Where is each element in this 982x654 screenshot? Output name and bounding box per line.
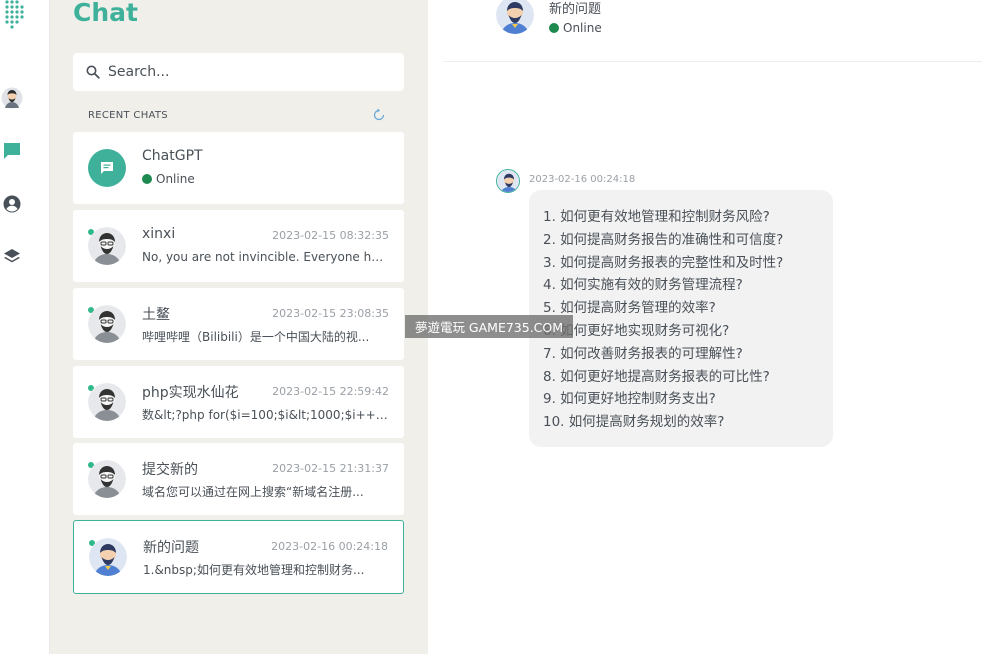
avatar xyxy=(88,305,126,343)
chat-name: php实现水仙花 xyxy=(142,385,239,401)
page-title: Chat xyxy=(73,0,138,27)
message-line: 10. 如何提高财务规划的效率? xyxy=(543,414,725,431)
avatar xyxy=(88,383,126,421)
chat-item[interactable]: xinxi 2023-02-15 08:32:35 No, you are no… xyxy=(73,210,404,282)
user-avatar-icon xyxy=(88,305,126,343)
message-line: 1. 如何更有效地管理和控制财务风险? xyxy=(543,209,770,225)
message-avatar xyxy=(496,169,520,193)
chat-preview: 域名您可以通过在网上搜索“新域名注册... xyxy=(142,485,364,499)
avatar xyxy=(88,460,126,498)
chat-item[interactable]: 提交新的 2023-02-15 21:31:37 域名您可以通过在网上搜索“新域… xyxy=(73,443,404,515)
chat-item[interactable]: php实现水仙花 2023-02-15 22:59:42 数&lt;?php f… xyxy=(73,366,404,438)
message-line: 9. 如何更好地控制财务支出? xyxy=(543,391,716,408)
conversation-header: 新的问题 Online xyxy=(443,0,982,62)
message-bubble: 1. 如何更有效地管理和控制财务风险? 2. 如何提高财务报告的准确性和可信度?… xyxy=(529,190,833,447)
message-line: 8. 如何更好地提高财务报表的可比性? xyxy=(543,368,770,385)
chat-name: xinxi xyxy=(142,226,176,242)
chat-item[interactable]: 土鳌 2023-02-15 23:08:35 哔哩哔哩（Bilibili）是一个… xyxy=(73,288,404,360)
chat-timestamp: 2023-02-15 23:08:35 xyxy=(272,307,389,320)
conversation-name: 新的问题 xyxy=(549,2,602,17)
user-avatar-icon xyxy=(497,170,519,192)
avatar xyxy=(89,538,127,576)
chat-name: 新的问题 xyxy=(143,540,199,556)
layers-icon xyxy=(4,249,20,263)
status-indicator: Online xyxy=(142,172,195,186)
avatar[interactable] xyxy=(496,0,534,34)
message-line: 4. 如何实施有效的财务管理流程? xyxy=(543,277,743,294)
user-avatar-icon xyxy=(88,227,126,265)
message-line: 5. 如何提高财务管理的效率? xyxy=(543,300,716,317)
chat-preview: 1.&nbsp;如何更有效地管理和控制财务... xyxy=(143,563,365,577)
logo-icon[interactable] xyxy=(2,0,28,30)
search-icon xyxy=(86,65,100,79)
chat-timestamp: 2023-02-15 22:59:42 xyxy=(272,385,389,398)
watermark: 夢遊電玩 GAME735.COM xyxy=(405,315,573,338)
status-indicator: Online xyxy=(549,21,602,35)
nav-contacts[interactable] xyxy=(0,192,24,216)
chat-timestamp: 2023-02-15 08:32:35 xyxy=(272,229,389,242)
search-input[interactable] xyxy=(108,64,388,80)
chat-preview: No, you are not invincible. Everyone has… xyxy=(142,250,390,264)
user-circle-icon xyxy=(3,195,21,213)
chat-item-chatgpt[interactable]: ChatGPT Online xyxy=(73,132,404,204)
refresh-icon[interactable] xyxy=(373,108,385,122)
chat-list-panel: Chat RECENT CHATS ChatGPT Online xyxy=(50,0,428,654)
chat-name: ChatGPT xyxy=(142,148,203,164)
chat-preview: 哔哩哔哩（Bilibili）是一个中国大陆的视... xyxy=(142,330,370,344)
message-line: 6. 如何更好地实现财务可视化? xyxy=(543,322,730,339)
chat-timestamp: 2023-02-16 00:24:18 xyxy=(271,540,388,553)
chat-bubble-icon xyxy=(4,143,20,159)
avatar xyxy=(88,227,126,265)
user-avatar-icon xyxy=(88,460,126,498)
message-line: 2. 如何提高财务报告的准确性和可信度? xyxy=(543,231,784,248)
message-line: 7. 如何改善财务报表的可理解性? xyxy=(543,345,743,362)
side-rail xyxy=(0,0,50,654)
online-dot xyxy=(549,23,559,33)
status-text: Online xyxy=(156,172,195,186)
message-timestamp: 2023-02-16 00:24:18 xyxy=(529,174,636,185)
chat-name: 提交新的 xyxy=(142,462,198,478)
search-box[interactable] xyxy=(73,53,404,91)
user-avatar-icon xyxy=(88,383,126,421)
status-text: Online xyxy=(563,21,602,35)
message-icon xyxy=(101,162,113,174)
chat-preview: 数&lt;?php for($i=100;$i&lt;1000;$i++)... xyxy=(142,408,390,422)
message-line: 3. 如何提高财务报表的完整性和及时性? xyxy=(543,254,784,271)
recent-chats-label: RECENT CHATS xyxy=(88,110,168,121)
profile-avatar-button[interactable] xyxy=(0,86,24,110)
chat-timestamp: 2023-02-15 21:31:37 xyxy=(272,462,389,475)
nav-layers[interactable] xyxy=(0,245,24,269)
user-avatar-icon xyxy=(496,0,534,34)
chat-name: 土鳌 xyxy=(142,307,170,323)
online-dot xyxy=(142,174,152,184)
avatar xyxy=(88,149,126,187)
profile-icon xyxy=(1,87,23,109)
chat-item-active[interactable]: 新的问题 2023-02-16 00:24:18 1.&nbsp;如何更有效地管… xyxy=(73,520,404,594)
user-avatar-icon xyxy=(89,538,127,576)
nav-chats[interactable] xyxy=(0,139,24,163)
